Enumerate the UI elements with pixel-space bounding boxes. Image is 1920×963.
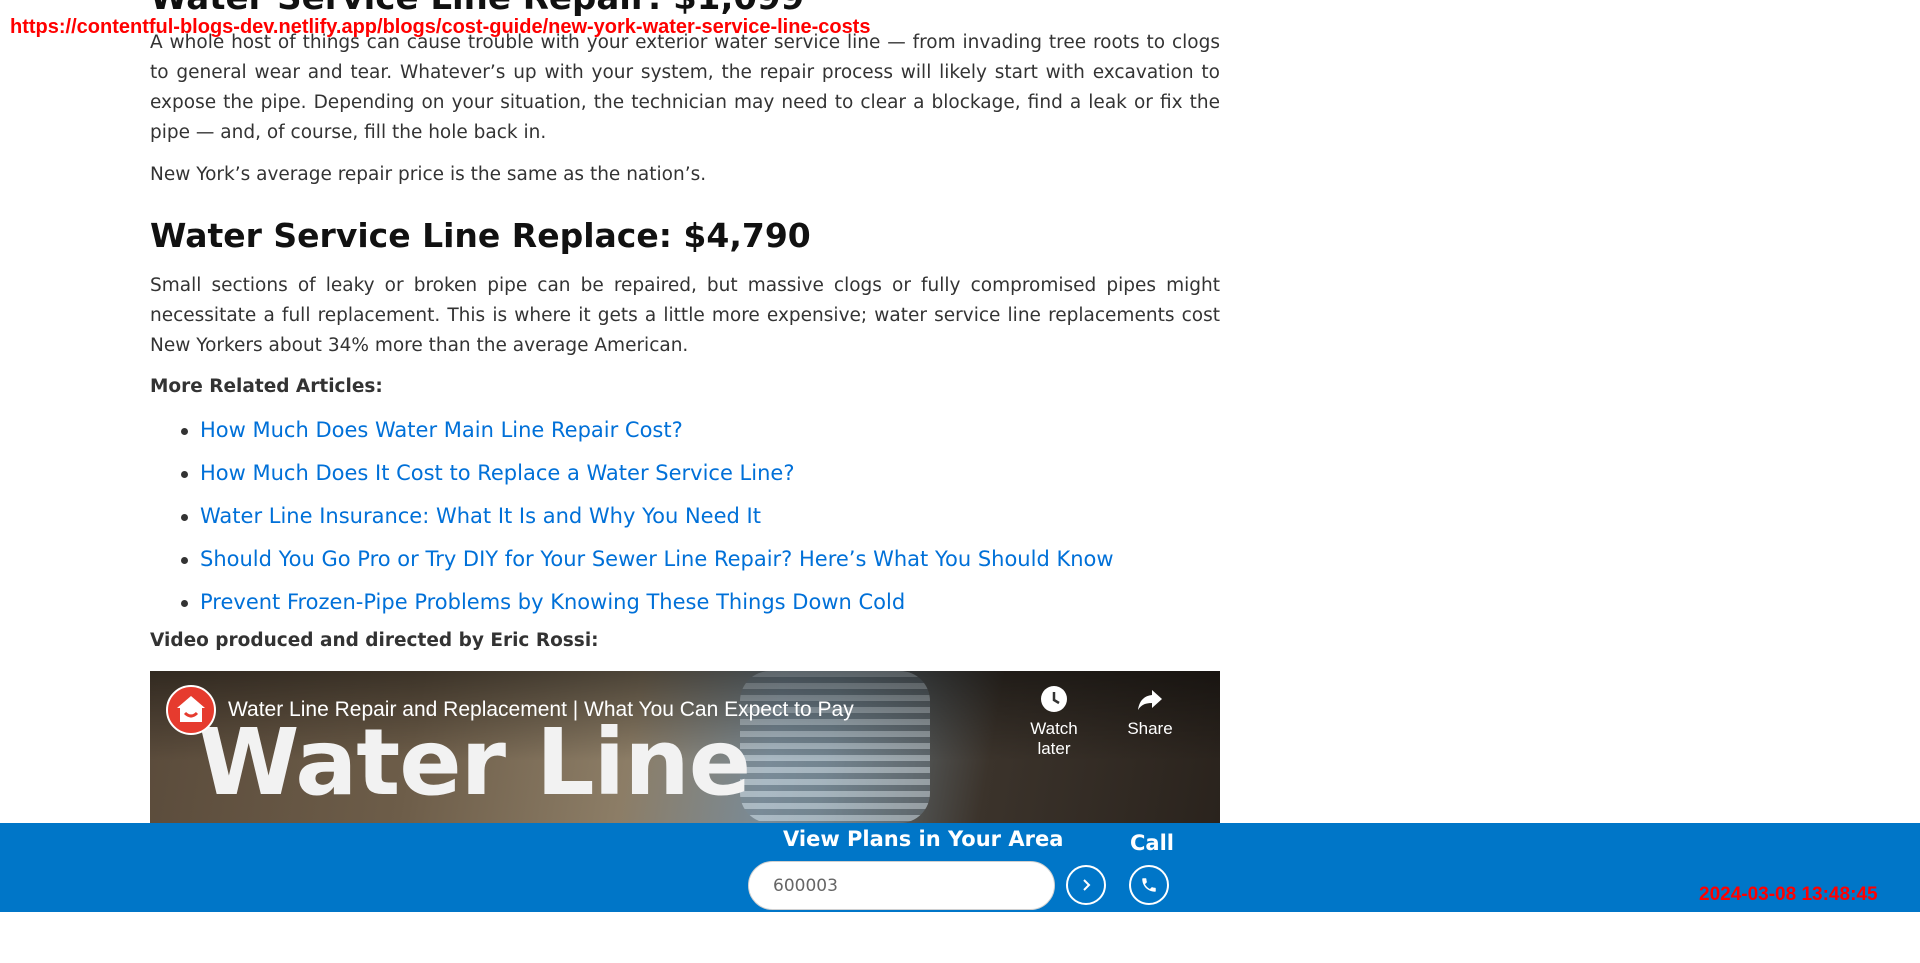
view-plans-title: View Plans in Your Area [783,827,1064,851]
related-link[interactable]: How Much Does It Cost to Replace a Water… [200,461,794,485]
zip-code-input[interactable] [748,861,1055,910]
bullet-icon [181,600,188,607]
bullet-icon [181,514,188,521]
repair-paragraph: A whole host of things can cause trouble… [150,32,1220,143]
call-button[interactable] [1129,865,1169,905]
related-articles-label: More Related Articles: [150,376,383,397]
video-credit: Video produced and directed by Eric Ross… [150,630,599,651]
chevron-right-icon [1083,879,1091,891]
replace-paragraph: Small sections of leaky or broken pipe c… [150,275,1220,356]
list-item: Should You Go Pro or Try DIY for Your Se… [150,541,1114,584]
bullet-icon [181,428,188,435]
list-item: How Much Does Water Main Line Repair Cos… [150,412,1114,455]
phone-icon [1142,878,1156,892]
bullet-icon [181,557,188,564]
related-link[interactable]: Prevent Frozen-Pipe Problems by Knowing … [200,590,905,614]
video-player[interactable]: Water Line Water Line Repair and Replace… [150,671,1220,823]
related-link[interactable]: Should You Go Pro or Try DIY for Your Se… [200,547,1114,571]
related-link[interactable]: Water Line Insurance: What It Is and Why… [200,504,761,528]
repair-note: New York’s average repair price is the s… [150,164,707,185]
share-button[interactable]: Share [1120,685,1180,739]
related-link[interactable]: How Much Does Water Main Line Repair Cos… [200,418,683,442]
share-label: Share [1127,719,1173,738]
view-plans-bar: View Plans in Your Area Call [0,823,1920,912]
call-label: Call [1130,831,1174,855]
watch-later-button[interactable]: Watch later [1012,685,1096,759]
submit-zip-button[interactable] [1066,865,1106,905]
watch-later-label: Watch later [1030,719,1078,758]
list-item: Water Line Insurance: What It Is and Why… [150,498,1114,541]
channel-logo-icon[interactable] [166,685,216,735]
timestamp-overlay: 2024-03-08 13:48:45 [1699,884,1878,905]
video-overlay-text: Water Line [198,709,751,816]
url-overlay: https://contentful-blogs-dev.netlify.app… [10,16,871,38]
share-icon [1138,690,1162,710]
clock-icon [1041,686,1067,712]
related-articles-list: How Much Does Water Main Line Repair Cos… [150,412,1114,627]
video-title[interactable]: Water Line Repair and Replacement | What… [228,698,854,722]
bullet-icon [181,471,188,478]
replace-heading: Water Service Line Replace: $4,790 [150,216,811,255]
list-item: Prevent Frozen-Pipe Problems by Knowing … [150,584,1114,627]
list-item: How Much Does It Cost to Replace a Water… [150,455,1114,498]
